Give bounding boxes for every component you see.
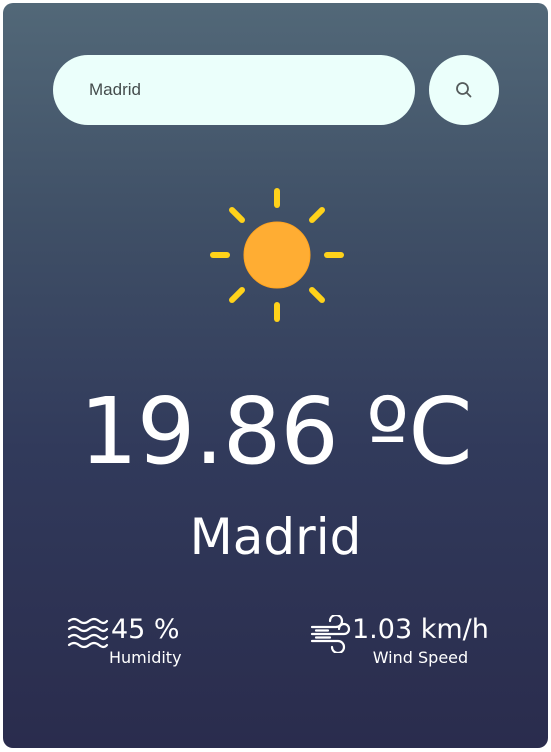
city-name: Madrid xyxy=(189,508,362,566)
wind-detail: 1.03 km/h Wind Speed xyxy=(310,613,489,669)
search-input[interactable] xyxy=(53,55,415,125)
sun-icon xyxy=(210,188,344,322)
wind-speed-label: Wind Speed xyxy=(372,648,469,667)
humidity-waves-icon xyxy=(67,617,109,649)
temperature: 19.86 ºC xyxy=(79,378,472,485)
humidity-detail: 45 % Humidity xyxy=(67,613,182,669)
wind-icon xyxy=(310,615,351,653)
weather-card: 19.86 ºC Madrid 45 % Humidity xyxy=(3,3,548,748)
humidity-label: Humidity xyxy=(109,648,182,667)
humidity-value: 45 % xyxy=(110,614,180,645)
wind-speed-value: 1.03 km/h xyxy=(352,614,489,645)
search-icon xyxy=(456,82,472,98)
search-button[interactable] xyxy=(429,55,499,125)
